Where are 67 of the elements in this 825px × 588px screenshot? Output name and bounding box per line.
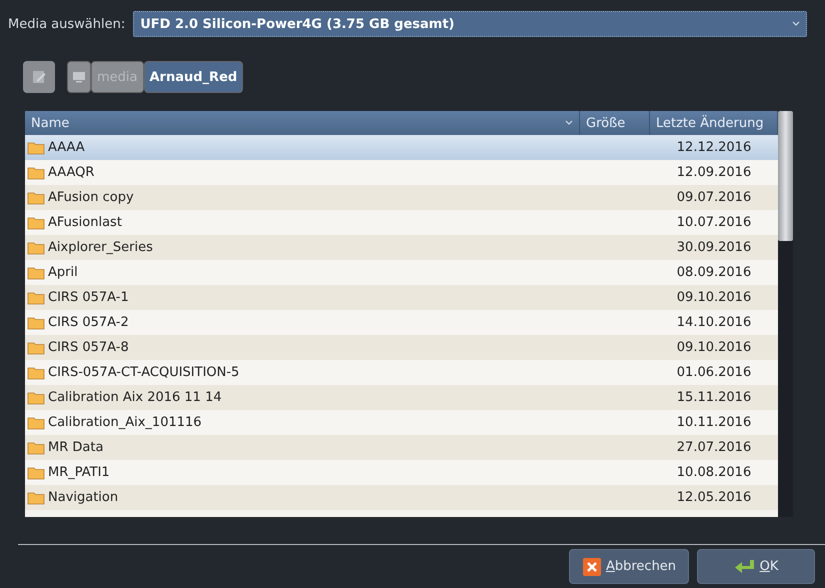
modified-date: 15.11.2016 (676, 390, 752, 405)
folder-name: CIRS 057A-8 (48, 340, 129, 355)
folder-name: CIRS 057A-2 (48, 315, 129, 330)
folder-name: CIRS 057A-1 (48, 290, 129, 305)
file-row[interactable]: Calibration Aix 2016 11 14 15.11.2016 (25, 385, 778, 410)
folder-name: Calibration_Aix_101116 (48, 415, 202, 430)
cancel-button[interactable]: Abbrechen (569, 549, 689, 584)
folder-name: AAAA (48, 140, 85, 155)
modified-date: 09.10.2016 (676, 340, 752, 355)
folder-name: MR Data (48, 440, 104, 455)
chevron-down-icon (792, 21, 800, 27)
file-row[interactable]: AAAA 12.12.2016 (25, 135, 778, 160)
file-row[interactable]: AFusion copy 09.07.2016 (25, 185, 778, 210)
folder-icon (27, 216, 45, 230)
folder-name: MR_PATI1 (48, 465, 110, 480)
modified-date: 12.05.2016 (676, 490, 752, 505)
folder-icon (27, 140, 45, 154)
modified-date: 27.07.2016 (676, 440, 752, 455)
scrollbar[interactable] (778, 111, 793, 517)
modified-date: 10.07.2016 (676, 215, 752, 230)
media-label: Media auswählen: (8, 16, 126, 32)
sort-chevron-icon (565, 120, 573, 126)
folder-name: AAAQR (48, 165, 94, 180)
media-dropdown[interactable]: UFD 2.0 Silicon-Power4G (3.75 GB gesamt) (133, 11, 807, 37)
folder-icon (27, 290, 45, 304)
folder-icon (27, 266, 45, 280)
ok-button[interactable]: OK (697, 549, 815, 584)
modified-date: 14.10.2016 (676, 315, 752, 330)
computer-path-button[interactable] (67, 61, 91, 93)
modified-date: 30.09.2016 (676, 240, 752, 255)
file-row[interactable]: Aixplorer_Series 30.09.2016 (25, 235, 778, 260)
folder-icon (27, 466, 45, 480)
close-icon (582, 556, 602, 576)
folder-icon (27, 390, 45, 404)
folder-name: Aixplorer_Series (48, 240, 153, 255)
folder-icon (27, 490, 45, 504)
folder-name: April (48, 265, 78, 280)
edit-icon (31, 69, 47, 85)
folder-name: Navigation (48, 490, 118, 505)
folder-icon (27, 416, 45, 430)
folder-name: AFusionlast (48, 215, 122, 230)
folder-icon (27, 316, 45, 330)
folder-name: AFusion copy (48, 190, 134, 205)
folder-icon (27, 440, 45, 454)
folder-icon (27, 340, 45, 354)
file-row[interactable]: MR Data 27.07.2016 (25, 435, 778, 460)
modified-date: 10.11.2016 (676, 415, 752, 430)
folder-icon (27, 190, 45, 204)
folder-icon (27, 366, 45, 380)
enter-arrow-icon (734, 558, 756, 576)
folder-name: CIRS-057A-CT-ACQUISITION-5 (48, 365, 240, 380)
folder-icon (27, 240, 45, 254)
file-row[interactable]: CIRS 057A-1 09.10.2016 (25, 285, 778, 310)
path-button[interactable]: Arnaud_Red (144, 61, 244, 93)
scrollbar-thumb[interactable] (778, 111, 793, 241)
modified-date: 12.12.2016 (676, 140, 752, 155)
file-row[interactable]: Navigation 12.05.2016 (25, 485, 778, 510)
monitor-icon (72, 71, 86, 83)
folder-name: Calibration Aix 2016 11 14 (48, 390, 222, 405)
modified-date: 09.10.2016 (676, 290, 752, 305)
file-row[interactable]: CIRS 057A-8 09.10.2016 (25, 335, 778, 360)
modified-date: 12.09.2016 (676, 165, 752, 180)
modified-date: 08.09.2016 (676, 265, 752, 280)
folder-icon (27, 166, 45, 180)
modified-date: 01.06.2016 (676, 365, 752, 380)
modified-date: 10.08.2016 (676, 465, 752, 480)
modified-date: 09.07.2016 (676, 190, 752, 205)
